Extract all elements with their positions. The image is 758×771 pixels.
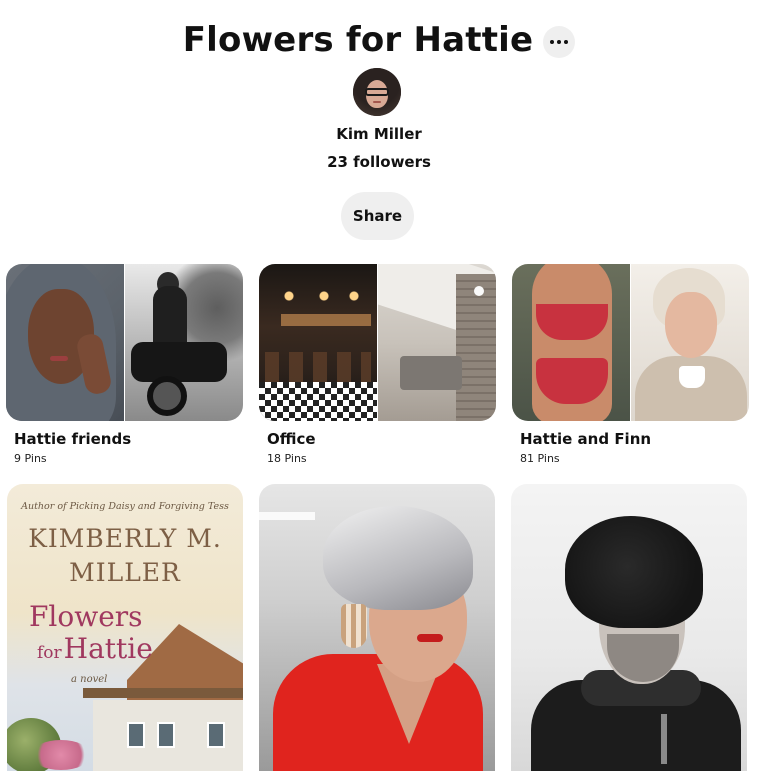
section-cover[interactable]	[512, 264, 749, 421]
book-title-line1: Flowers	[29, 600, 143, 633]
section-thumb-image	[259, 264, 377, 421]
section-cover[interactable]	[259, 264, 496, 421]
followers-count[interactable]: 23 followers	[0, 153, 758, 171]
book-subtitle: a novel	[71, 674, 108, 685]
pin-book-cover[interactable]: Author of Picking Daisy and Forgiving Te…	[7, 484, 243, 771]
section-thumb-image	[378, 264, 496, 421]
section-cover[interactable]	[6, 264, 243, 421]
section-thumb-image	[6, 264, 124, 421]
board-title: Flowers for Hattie	[182, 20, 534, 60]
book-title-for: for	[37, 643, 62, 663]
section-name: Hattie friends	[14, 430, 132, 448]
owner-avatar[interactable]	[353, 68, 401, 116]
avatar-glasses	[365, 88, 389, 96]
section-name: Hattie and Finn	[520, 430, 652, 448]
more-options-button[interactable]	[543, 26, 576, 58]
book-author-first: KIMBERLY M.	[28, 524, 222, 553]
board-header: Flowers for Hattie Kim Miller 23 followe…	[0, 0, 758, 250]
ellipsis-icon	[564, 40, 569, 44]
pin-image-man-portrait[interactable]	[511, 484, 747, 771]
owner-name[interactable]: Kim Miller	[0, 125, 758, 143]
section-pin-count: 18 Pins	[267, 452, 307, 465]
section-thumb-image	[631, 264, 749, 421]
book-author-last: MILLER	[69, 558, 181, 587]
book-author-line: Author of Picking Daisy and Forgiving Te…	[21, 501, 229, 512]
section-thumb-image	[125, 264, 243, 421]
ellipsis-icon	[550, 40, 555, 44]
book-title-line2: forHattie	[37, 632, 153, 665]
section-name: Office	[267, 430, 316, 448]
section-pin-count: 9 Pins	[14, 452, 47, 465]
section-thumb-image	[512, 264, 630, 421]
share-button[interactable]: Share	[341, 192, 414, 240]
section-card-office[interactable]: Office 18 Pins	[259, 264, 496, 465]
book-title-hattie: Hattie	[63, 632, 153, 665]
section-card-hattie-and-finn[interactable]: Hattie and Finn 81 Pins	[512, 264, 749, 465]
ellipsis-icon	[557, 40, 562, 44]
avatar-mouth	[373, 101, 381, 103]
pin-image-woman-red-dress[interactable]	[259, 484, 495, 771]
title-row: Flowers for Hattie	[0, 18, 758, 62]
section-pin-count: 81 Pins	[520, 452, 560, 465]
section-card-hattie-friends[interactable]: Hattie friends 9 Pins	[6, 264, 243, 465]
